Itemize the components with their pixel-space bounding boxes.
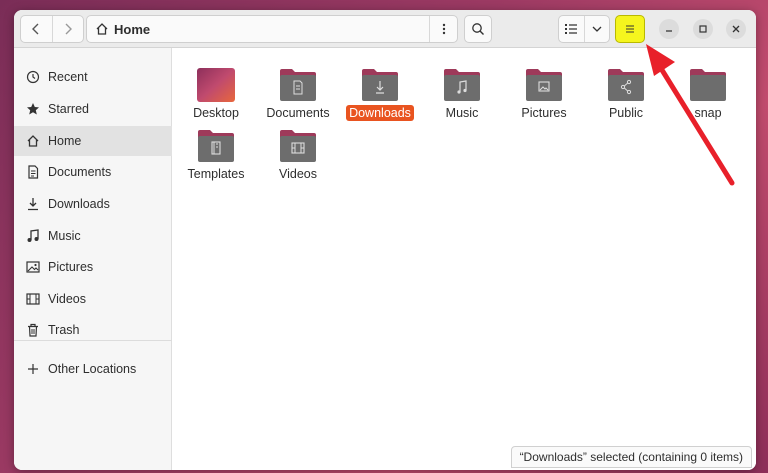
desktop-folder-icon [197,68,235,102]
clock-icon [25,69,41,85]
file-item-pictures[interactable]: Pictures [503,68,585,128]
picture-icon [25,259,41,275]
maximize-button[interactable] [693,19,713,39]
sidebar-item-label: Trash [48,323,80,337]
sidebar-item-pictures[interactable]: Pictures [14,252,172,282]
home-icon [96,23,108,35]
file-name: Templates [187,167,245,181]
path-options-button[interactable] [429,16,457,42]
music-folder-icon [444,69,480,101]
sidebar-item-label: Documents [48,165,112,179]
navigation-buttons [20,15,84,43]
sidebar-item-label: Home [48,134,82,148]
file-item-snap[interactable]: snap [667,68,749,128]
sidebar-item-label: Other Locations [48,362,137,376]
hamburger-menu-icon [626,25,634,33]
sidebar-item-label: Videos [48,292,86,306]
chevron-down-icon [592,26,602,32]
file-grid: Desktop Documents Downloads Music Pictur… [173,48,756,470]
file-item-downloads[interactable]: Downloads [339,68,421,128]
documents-folder-icon [280,69,316,101]
pictures-folder-icon [526,69,562,101]
sidebar-item-label: Starred [48,102,89,116]
breadcrumb-home[interactable]: Home [114,22,150,37]
sidebar-item-label: Recent [48,70,88,84]
minimize-button[interactable] [659,19,679,39]
sidebar-item-label: Downloads [48,197,110,211]
chevron-right-icon [65,23,72,35]
sidebar-divider [14,340,172,341]
search-icon [472,23,484,35]
folder-icon [690,69,726,101]
file-item-public[interactable]: Public [585,68,667,128]
sidebar-item-downloads[interactable]: Downloads [14,189,172,219]
sidebar-item-label: Music [48,229,81,243]
sidebar-item-videos[interactable]: Videos [14,284,172,314]
view-options [558,15,610,43]
downloads-folder-icon [362,69,398,101]
film-icon [25,291,41,307]
back-button[interactable] [21,16,52,42]
vertical-dots-icon [442,23,445,35]
main-menu-button[interactable] [615,15,645,43]
music-note-icon [25,228,41,244]
status-bar: “Downloads” selected (containing 0 items… [510,446,752,468]
list-view-button[interactable] [559,16,584,42]
document-icon [25,164,41,180]
file-name: Music [445,106,479,120]
header-bar: Home [14,10,756,48]
view-dropdown-button[interactable] [583,16,609,42]
videos-folder-icon [280,130,316,162]
file-name: Videos [279,167,317,181]
sidebar-item-other-locations[interactable]: Other Locations [14,354,172,384]
sidebar-item-starred[interactable]: Starred [14,94,172,124]
plus-icon [25,361,41,377]
search-button[interactable] [464,15,492,43]
file-item-desktop[interactable]: Desktop [175,68,257,128]
forward-button[interactable] [51,16,83,42]
file-name: Pictures [521,106,567,120]
file-item-videos[interactable]: Videos [257,129,339,189]
file-name: Downloads [346,105,414,121]
file-name: snap [694,106,722,120]
file-name: Public [608,106,644,120]
maximize-icon [699,25,707,33]
sidebar-item-label: Pictures [48,260,94,274]
file-name: Documents [266,106,330,120]
file-item-music[interactable]: Music [421,68,503,128]
public-folder-icon [608,69,644,101]
file-item-templates[interactable]: Templates [175,129,257,189]
file-manager-window: Home Recent Starred Home Documents Downl… [14,10,756,470]
trash-icon [25,322,41,338]
minimize-icon [666,30,672,32]
home-icon [25,133,41,149]
sidebar: Recent Starred Home Documents Downloads … [14,48,172,470]
sidebar-item-recent[interactable]: Recent [14,62,172,92]
path-bar[interactable]: Home [86,15,458,43]
sidebar-item-home[interactable]: Home [14,126,172,156]
file-item-documents[interactable]: Documents [257,68,339,128]
list-view-icon [565,24,578,34]
chevron-left-icon [32,23,39,35]
star-icon [25,101,41,117]
download-icon [25,196,41,212]
file-name: Desktop [193,106,239,120]
sidebar-item-documents[interactable]: Documents [14,157,172,187]
templates-folder-icon [198,130,234,162]
close-icon [732,25,740,33]
sidebar-item-music[interactable]: Music [14,221,172,251]
close-button[interactable] [726,19,746,39]
